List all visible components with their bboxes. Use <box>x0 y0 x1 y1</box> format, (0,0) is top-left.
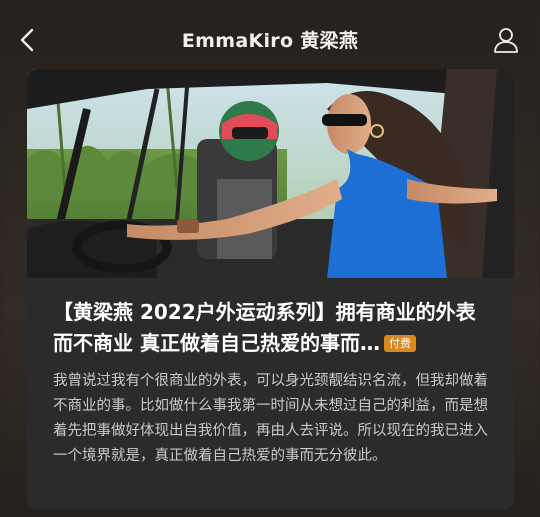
article-title[interactable]: 【黄梁燕 2022户外运动系列】拥有商业的外表而不商业 真正做着自己热爱的事而…… <box>53 297 493 359</box>
paid-badge: 付费 <box>383 335 416 352</box>
page-title: EmmaKiro 黄梁燕 <box>181 29 359 52</box>
article-excerpt: 我曾说过我有个很商业的外表，可以身光颈靓结识名流，但我却做着不商业的事。比如做什… <box>53 373 488 464</box>
article-card[interactable]: 【黄梁燕 2022户外运动系列】拥有商业的外表而不商业 真正做着自己热爱的事而…… <box>27 69 514 509</box>
person-icon[interactable] <box>492 26 520 54</box>
top-bar: EmmaKiro 黄梁燕 <box>0 0 540 80</box>
article-cover-image <box>27 69 514 278</box>
chevron-left-icon[interactable] <box>14 26 42 54</box>
